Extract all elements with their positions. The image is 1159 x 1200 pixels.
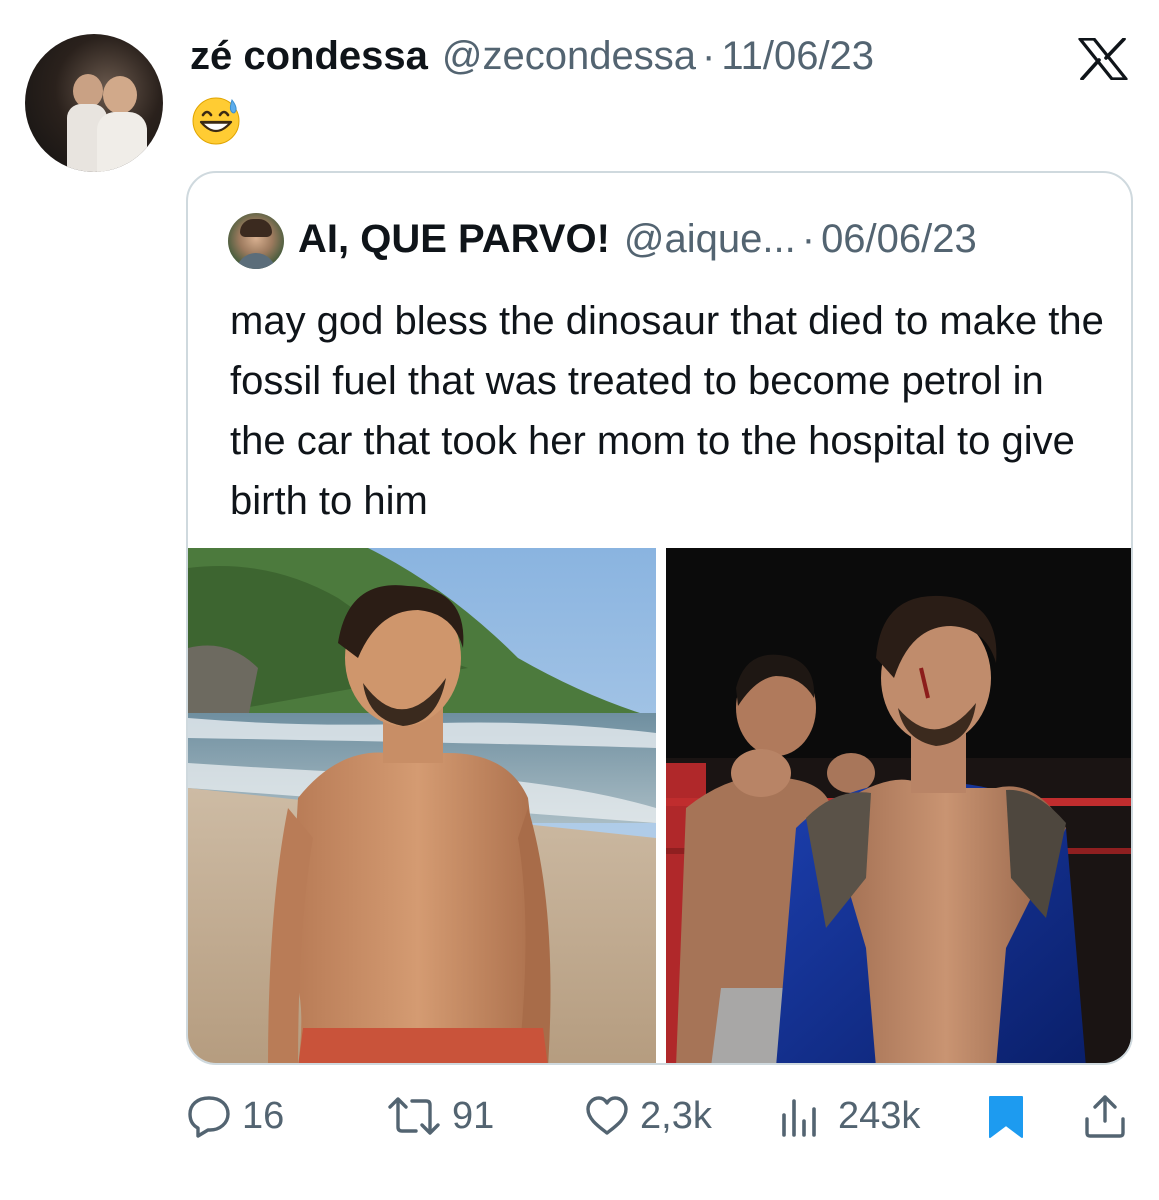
header-separator: · bbox=[701, 34, 716, 78]
quoted-tweet-header: AI, QUE PARVO! @aique... · 06/06/23 bbox=[298, 217, 977, 262]
views-count: 243k bbox=[838, 1094, 921, 1137]
like-icon bbox=[586, 1096, 628, 1135]
quoted-author-avatar bbox=[228, 213, 284, 269]
quoted-media-photo-beach[interactable] bbox=[188, 548, 656, 1063]
tweet-text-emoji bbox=[190, 94, 242, 146]
tweet-date[interactable]: 11/06/23 bbox=[721, 34, 874, 79]
quoted-media-photo-boxing[interactable] bbox=[666, 548, 1131, 1063]
share-button[interactable] bbox=[1082, 1090, 1128, 1142]
like-button[interactable]: 2,3k bbox=[584, 1090, 712, 1142]
quoted-header-separator: · bbox=[801, 217, 816, 261]
quoted-author-handle: @aique... bbox=[623, 217, 796, 261]
x-logo-icon bbox=[1078, 37, 1128, 81]
bookmark-icon bbox=[989, 1096, 1023, 1138]
bookmark-button[interactable] bbox=[986, 1090, 1026, 1142]
quoted-author-display-name: AI, QUE PARVO! bbox=[298, 217, 610, 261]
author-handle[interactable]: @zecondessa bbox=[442, 34, 696, 79]
views-icon bbox=[782, 1099, 816, 1137]
reply-button[interactable]: 16 bbox=[186, 1090, 284, 1142]
tweet-action-bar: 16 91 2,3k 243k bbox=[186, 1090, 1133, 1142]
reply-icon bbox=[188, 1096, 230, 1138]
quoted-tweet-text: may god bless the dinosaur that died to … bbox=[230, 299, 1104, 523]
tweet-header: zé condessa @zecondessa · 11/06/23 bbox=[190, 34, 874, 80]
views-button[interactable]: 243k bbox=[778, 1090, 920, 1142]
author-display-name[interactable]: zé condessa bbox=[190, 34, 428, 79]
retweet-icon bbox=[388, 1097, 440, 1135]
retweet-button[interactable]: 91 bbox=[386, 1090, 494, 1142]
retweet-count: 91 bbox=[452, 1094, 495, 1137]
author-avatar[interactable] bbox=[25, 34, 163, 172]
quoted-tweet-date: 06/06/23 bbox=[821, 217, 977, 261]
share-icon bbox=[1085, 1095, 1125, 1138]
like-count: 2,3k bbox=[640, 1094, 712, 1137]
quoted-tweet-card[interactable]: AI, QUE PARVO! @aique... · 06/06/23 may … bbox=[186, 171, 1133, 1065]
reply-count: 16 bbox=[242, 1094, 285, 1137]
